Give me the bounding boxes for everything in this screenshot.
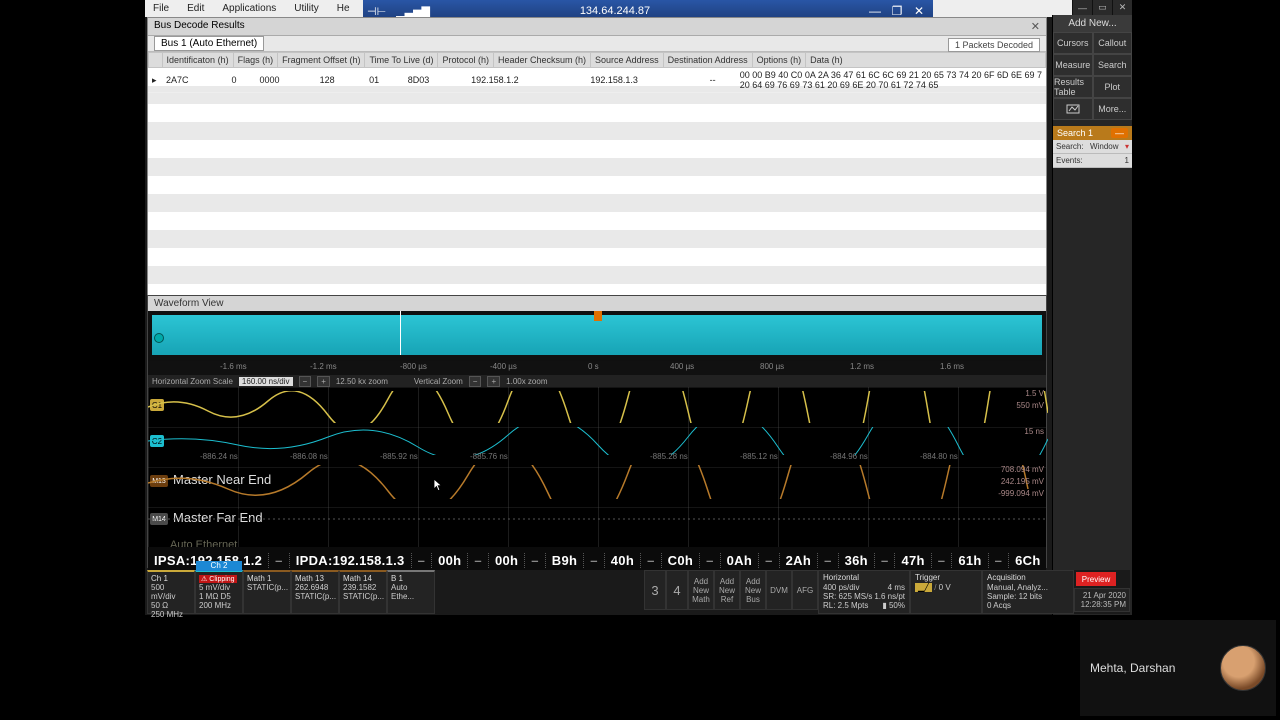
callout-button[interactable]: Callout: [1093, 32, 1133, 54]
app-window-controls: — ▭ ✕: [1072, 0, 1132, 15]
slot3-button[interactable]: 3: [644, 570, 666, 610]
measure-button[interactable]: Measure: [1053, 54, 1093, 76]
warning-icon: ⚠: [201, 575, 207, 583]
bus-decode-panel: Bus Decode Results ✕ Bus 1 (Auto Etherne…: [147, 17, 1047, 295]
status-bar: Ch 1 500 mV/div 50 Ω 250 MHz Ch 2 ⚠Clipp…: [147, 570, 1130, 614]
ch1-trace: [148, 391, 1048, 423]
vzoom-out-icon[interactable]: −: [469, 376, 482, 387]
datetime: 21 Apr 2020 12:28:35 PM: [1074, 588, 1130, 612]
math13-card[interactable]: Math 13 262.6948 STATIC(p...: [291, 570, 339, 614]
waveform-canvas[interactable]: C1 1.5 V 550 mV C2 15 ns -886.24 ns -886…: [148, 387, 1046, 573]
mouse-cursor-icon: [434, 479, 444, 493]
waveform-panel: Waveform View -1.6 ms -1.2 ms -800 µs -4…: [147, 295, 1047, 568]
app-max-icon[interactable]: ▭: [1092, 0, 1112, 15]
add-new-panel: Add New... Cursors Callout Measure Searc…: [1052, 15, 1132, 615]
participant-tile[interactable]: Mehta, Darshan: [1080, 620, 1276, 716]
results-table-button[interactable]: Results Table: [1053, 76, 1093, 98]
search-title: Search 1: [1057, 128, 1093, 138]
more-button[interactable]: More...: [1093, 98, 1133, 120]
math1-card[interactable]: Math 1 STATIC(p...: [243, 570, 291, 614]
decode-header-row: Identificaton (h) Flags (h) Fragment Off…: [149, 53, 1046, 68]
horizontal-card[interactable]: Horizontal 400 ps/div4 ms SR: 625 MS/s1.…: [818, 570, 910, 614]
table-row[interactable]: ▸ 2A7C 0 0000 128 01 8D03 192.158.1.2 19…: [148, 68, 1046, 93]
menu-edit[interactable]: Edit: [187, 3, 204, 14]
chevron-down-icon[interactable]: ▾: [1125, 142, 1129, 151]
menu-apps[interactable]: Applications: [222, 3, 276, 14]
decode-title: Bus Decode Results: [154, 20, 245, 33]
add-bus-button[interactable]: AddNewBus: [740, 570, 766, 610]
bus-tab-bar: Bus 1 (Auto Ethernet) 1 Packets Decoded: [148, 36, 1046, 52]
zoom-out-icon[interactable]: −: [299, 376, 312, 387]
overview-timeline: -1.6 ms -1.2 ms -800 µs -400 µs 0 s 400 …: [148, 361, 1046, 375]
menu-file[interactable]: File: [153, 3, 169, 14]
edge-icon: ▁╱: [915, 583, 932, 592]
dvm-button[interactable]: DVM: [766, 570, 792, 610]
remote-min-icon[interactable]: —: [867, 4, 883, 18]
app-min-icon[interactable]: —: [1072, 0, 1092, 15]
add-ref-button[interactable]: AddNewRef: [714, 570, 740, 610]
menu-help[interactable]: He: [337, 3, 350, 14]
waveform-overview[interactable]: [148, 311, 1046, 361]
remote-ip: 134.64.244.87: [363, 5, 867, 17]
add-new-title: Add New...: [1053, 15, 1132, 32]
trigger-card[interactable]: Trigger ▁╱ / 0 V: [910, 570, 982, 614]
zoom-in-icon[interactable]: +: [317, 376, 330, 387]
ch2-card[interactable]: Ch 2 ⚠Clipping 5 mV/div 1 MΩ D5 200 MHz: [195, 570, 243, 614]
afg-button[interactable]: AFG: [792, 570, 818, 610]
waveform-title: Waveform View: [148, 296, 1046, 311]
packet-count: 1 Packets Decoded: [948, 38, 1040, 52]
plot-button[interactable]: Plot: [1093, 76, 1133, 98]
math14-card[interactable]: Math 14 239.1582 STATIC(p...: [339, 570, 387, 614]
decode-close-icon[interactable]: ✕: [1031, 20, 1040, 33]
search-result-badge[interactable]: Search 1— Search:Window▾ Events:1: [1053, 126, 1132, 168]
zoom-controls: Horizontal Zoom Scale 160.00 ns/div − + …: [148, 375, 1046, 387]
add-math-button[interactable]: AddNewMath: [688, 570, 714, 610]
ch1-card[interactable]: Ch 1 500 mV/div 50 Ω 250 MHz: [147, 570, 195, 614]
app-close-icon[interactable]: ✕: [1112, 0, 1132, 15]
search-count-chip: —: [1111, 128, 1128, 138]
signal-icon: ▁▃▅▇: [396, 5, 430, 18]
slot4-button[interactable]: 4: [666, 570, 688, 610]
search-button[interactable]: Search: [1093, 54, 1133, 76]
acquisition-card[interactable]: Acquisition Manual, Analyz... Sample: 12…: [982, 570, 1074, 614]
ch-marker-icon[interactable]: [154, 333, 164, 343]
pin-icon[interactable]: ⊣⊢: [367, 5, 386, 18]
hzoom-value[interactable]: 160.00 ns/div: [239, 377, 293, 386]
bus1-card[interactable]: B 1 Auto Ethe...: [387, 570, 435, 614]
trigger-flag-icon[interactable]: [594, 311, 602, 321]
preview-button[interactable]: Preview: [1076, 572, 1116, 586]
math13-trace: [148, 465, 1048, 499]
ch2-trace: [148, 427, 1048, 455]
remote-close-icon[interactable]: ✕: [911, 4, 927, 18]
draw-button[interactable]: [1053, 98, 1093, 120]
remote-restore-icon[interactable]: ❐: [889, 4, 905, 18]
vzoom-in-icon[interactable]: +: [487, 376, 500, 387]
cursors-button[interactable]: Cursors: [1053, 32, 1093, 54]
decode-table: Identificaton (h) Flags (h) Fragment Off…: [148, 52, 1046, 68]
menu-utility[interactable]: Utility: [294, 3, 318, 14]
participant-name: Mehta, Darshan: [1090, 661, 1175, 675]
avatar: [1220, 645, 1266, 691]
bus-tab[interactable]: Bus 1 (Auto Ethernet): [154, 36, 264, 51]
math14-trace: [148, 505, 1048, 533]
